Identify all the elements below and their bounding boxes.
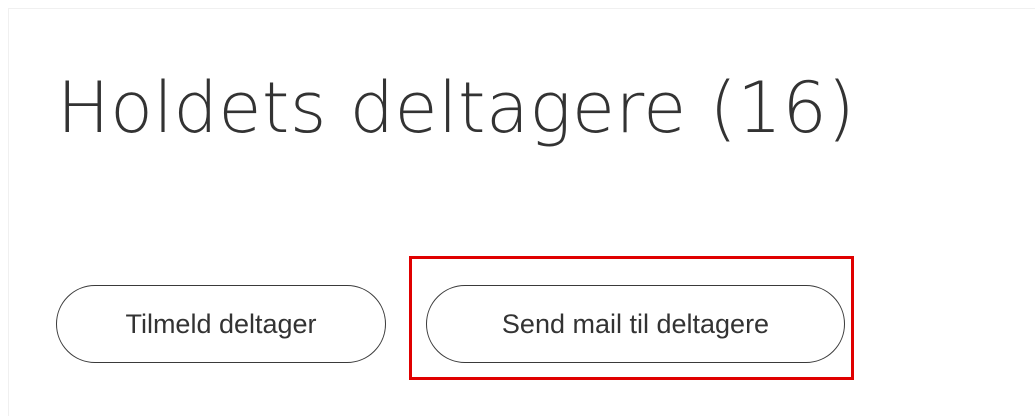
send-mail-button[interactable]: Send mail til deltagere [426,285,845,363]
page-title: Holdets deltagere (16) [57,67,856,149]
enroll-participant-button[interactable]: Tilmeld deltager [56,285,386,363]
